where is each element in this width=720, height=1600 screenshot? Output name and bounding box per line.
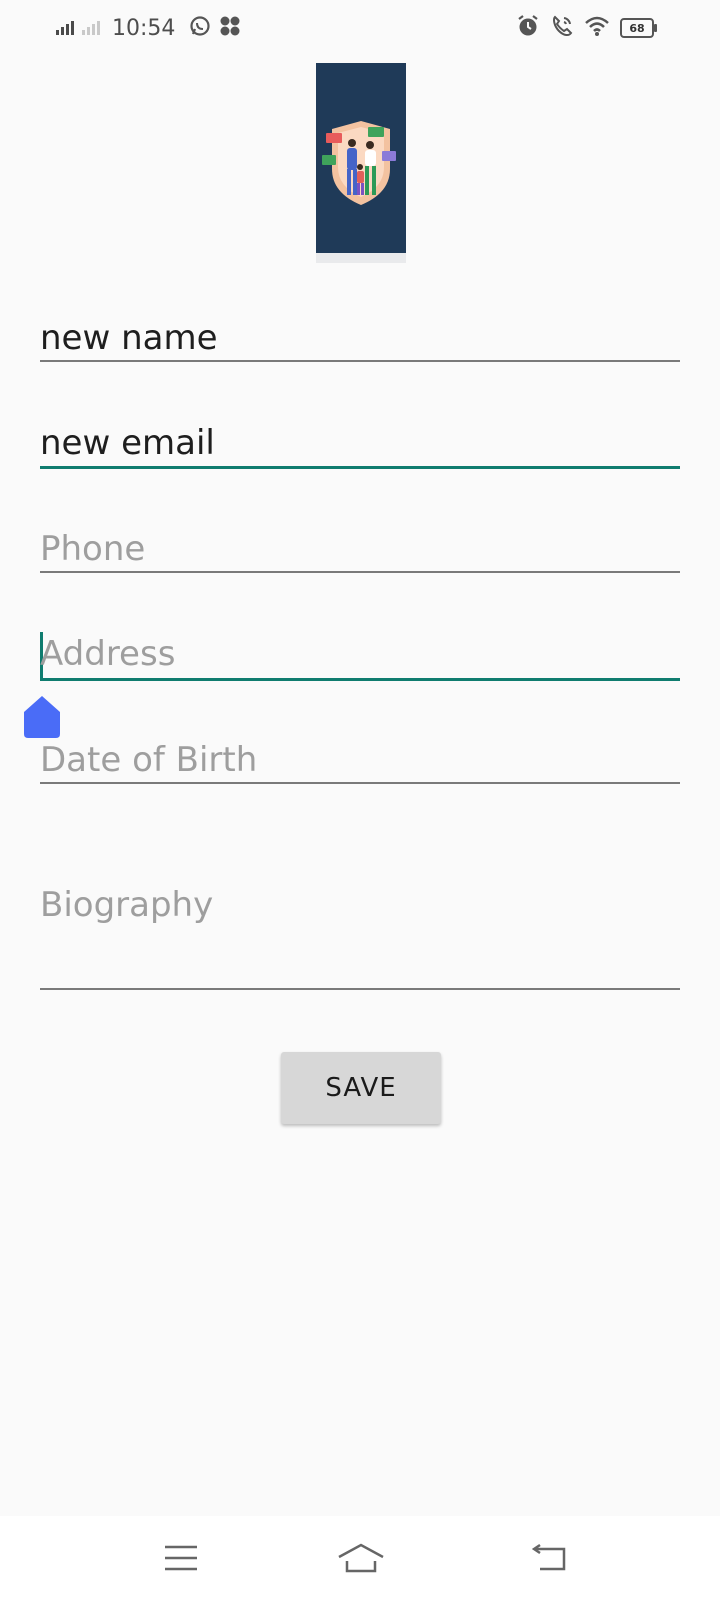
- date-of-birth-placeholder[interactable]: Date of Birth: [40, 740, 257, 780]
- biography-placeholder[interactable]: Biography: [40, 885, 213, 925]
- profile-image[interactable]: [316, 63, 406, 263]
- preview-navbar: [316, 253, 406, 263]
- phone-field[interactable]: Phone: [40, 529, 680, 581]
- address-placeholder[interactable]: Address: [40, 634, 175, 674]
- status-time: 10:54: [112, 15, 176, 41]
- address-field[interactable]: Address: [40, 632, 680, 688]
- menu-icon[interactable]: [151, 1534, 211, 1582]
- signal-dim-icon: [82, 21, 100, 35]
- date-of-birth-field[interactable]: Date of Birth: [40, 740, 680, 792]
- navigation-bar: [0, 1516, 720, 1600]
- save-button[interactable]: SAVE: [281, 1052, 441, 1124]
- name-field[interactable]: new name: [40, 318, 680, 370]
- battery-icon: 68: [620, 18, 657, 38]
- back-icon[interactable]: [521, 1534, 581, 1582]
- phone-placeholder[interactable]: Phone: [40, 529, 145, 569]
- email-underline: [40, 466, 680, 469]
- text-selection-handle[interactable]: [24, 696, 60, 738]
- biography-field[interactable]: Biography: [40, 885, 680, 991]
- status-bar: 10:54 68: [0, 0, 720, 56]
- name-underline: [40, 360, 680, 362]
- date-of-birth-underline: [40, 782, 680, 784]
- home-icon[interactable]: [331, 1534, 391, 1582]
- email-input-value[interactable]: new email: [40, 423, 215, 463]
- wifi-icon: [584, 15, 610, 41]
- signal-icon: [56, 21, 74, 35]
- address-underline: [40, 678, 680, 681]
- whatsapp-icon: [189, 15, 211, 41]
- alarm-icon: [516, 14, 540, 42]
- fan-icon: [219, 15, 241, 41]
- phone-underline: [40, 571, 680, 573]
- wifi-calling-icon: [550, 14, 574, 42]
- email-field[interactable]: new email: [40, 423, 680, 475]
- battery-level: 68: [629, 21, 645, 35]
- biography-underline: [40, 988, 680, 990]
- name-input-value[interactable]: new name: [40, 318, 218, 358]
